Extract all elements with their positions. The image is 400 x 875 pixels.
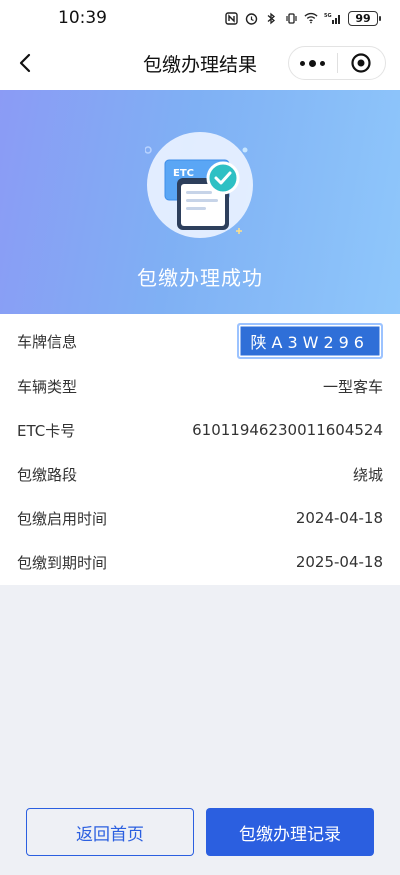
wifi-icon <box>304 11 318 25</box>
plate-label: 车牌信息 <box>17 332 78 351</box>
alarm-icon <box>244 11 258 25</box>
nfc-icon <box>224 11 238 25</box>
more-dots-icon <box>300 60 306 66</box>
info-row-vehicle-type: 车辆类型 一型客车 <box>0 364 400 408</box>
info-list: 车牌信息 陕A3W296 车辆类型 一型客车 ETC卡号 61011946230… <box>0 314 400 585</box>
target-close-icon <box>351 53 371 73</box>
status-bar: 10:39 5G 99 <box>0 0 400 36</box>
chevron-left-icon <box>19 53 31 73</box>
success-banner: ETC 包缴办理成功 <box>0 90 400 314</box>
info-row-end-date: 包缴到期时间 2025-04-18 <box>0 540 400 584</box>
nav-bar: 包缴办理结果 <box>0 36 400 90</box>
back-home-button[interactable]: 返回首页 <box>26 808 194 856</box>
footer-actions: 返回首页 包缴办理记录 <box>0 808 400 858</box>
battery-icon: 99 <box>348 10 381 26</box>
info-row-road-section: 包缴路段 绕城 <box>0 452 400 496</box>
svg-text:ETC: ETC <box>173 168 194 179</box>
close-button[interactable] <box>338 47 386 79</box>
etc-card-value: 61011946230011604524 <box>192 421 383 439</box>
battery-level: 99 <box>355 11 371 25</box>
road-section-value: 绕城 <box>352 465 383 484</box>
etc-success-illustration: ETC <box>145 132 253 238</box>
info-row-etc-card: ETC卡号 61011946230011604524 <box>0 408 400 452</box>
status-icons: 5G 99 <box>224 10 381 26</box>
svg-text:5G: 5G <box>324 13 332 19</box>
signal-icon: 5G <box>324 11 342 25</box>
end-date-value: 2025-04-18 <box>295 553 383 571</box>
start-date-label: 包缴启用时间 <box>17 509 108 528</box>
vehicle-type-label: 车辆类型 <box>17 377 78 396</box>
page-title: 包缴办理结果 <box>142 53 257 76</box>
back-button[interactable] <box>10 48 40 78</box>
success-message: 包缴办理成功 <box>137 266 263 290</box>
mini-program-capsule <box>288 46 386 80</box>
etc-card-label: ETC卡号 <box>17 421 76 440</box>
vibrate-icon <box>284 11 298 25</box>
info-row-start-date: 包缴启用时间 2024-04-18 <box>0 496 400 540</box>
plate-number: 陕A3W296 <box>250 333 369 352</box>
start-date-value: 2024-04-18 <box>295 509 383 527</box>
records-button[interactable]: 包缴办理记录 <box>206 808 374 856</box>
license-plate: 陕A3W296 <box>236 323 383 359</box>
road-section-label: 包缴路段 <box>17 465 78 484</box>
info-row-plate: 车牌信息 陕A3W296 <box>0 318 400 364</box>
vehicle-type-value: 一型客车 <box>322 377 383 396</box>
end-date-label: 包缴到期时间 <box>17 553 108 572</box>
more-button[interactable] <box>289 47 337 79</box>
bluetooth-icon <box>264 11 278 25</box>
status-time: 10:39 <box>58 8 107 28</box>
